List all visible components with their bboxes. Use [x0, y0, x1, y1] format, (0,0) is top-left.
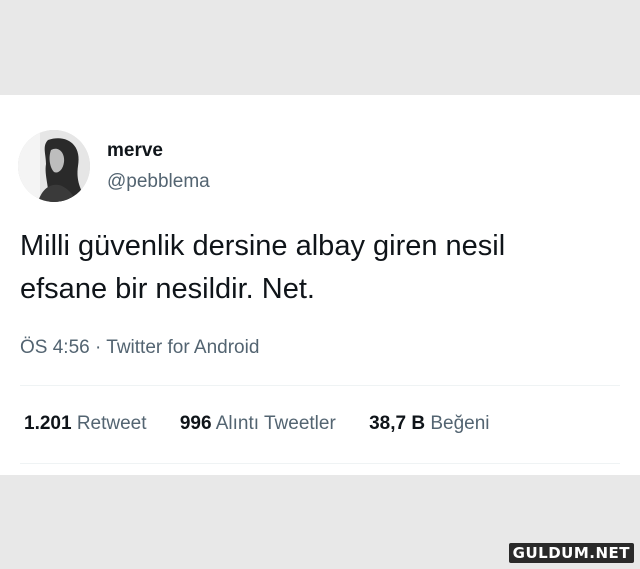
display-name[interactable]: merve [107, 140, 163, 162]
like-count: 38,7 B [369, 413, 426, 434]
tweet-text: Milli güvenlik dersine albay giren nesil… [20, 225, 620, 311]
like-count-link[interactable]: 38,7 B Beğeni [369, 413, 489, 435]
meta-separator: · [95, 337, 102, 358]
tweet-text-line: Milli güvenlik dersine albay giren nesil [20, 230, 506, 262]
divider [20, 463, 620, 464]
like-label: Beğeni [430, 413, 490, 434]
tweet-meta: ÖS 4:56 · Twitter for Android [20, 337, 259, 359]
quote-count-link[interactable]: 996 Alıntı Tweetler [180, 413, 336, 435]
username-handle[interactable]: @pebblema [107, 171, 210, 193]
quote-label: Alıntı Tweetler [215, 413, 336, 434]
watermark-logo: GULDUM.NET [508, 543, 634, 563]
tweet-text-line: efsane bir nesildir. Net. [20, 273, 315, 305]
retweet-label: Retweet [76, 413, 147, 434]
tweet-source[interactable]: Twitter for Android [106, 337, 259, 358]
divider [20, 385, 620, 386]
avatar[interactable] [18, 130, 90, 202]
tweet-time[interactable]: ÖS 4:56 [20, 337, 90, 358]
avatar-photo [18, 130, 90, 202]
engagement-stats: 1.201 Retweet 996 Alıntı Tweetler 38,7 B… [24, 413, 518, 435]
retweet-count: 1.201 [24, 413, 72, 434]
quote-count: 996 [179, 413, 212, 434]
tweet-card: merve @pebblema Milli güvenlik dersine a… [0, 95, 640, 475]
retweet-count-link[interactable]: 1.201 Retweet [24, 413, 147, 435]
